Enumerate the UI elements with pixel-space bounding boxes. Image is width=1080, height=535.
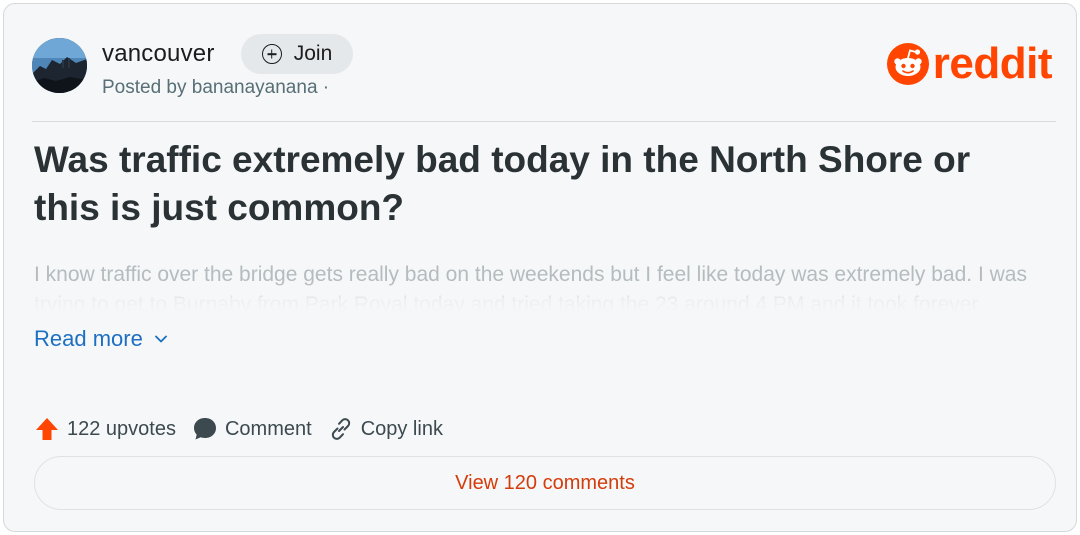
- comment-label: Comment: [224, 417, 312, 440]
- upvotes-count: 122 upvotes: [67, 417, 176, 440]
- reddit-logo[interactable]: reddit: [886, 39, 1053, 88]
- plus-circle-icon: [261, 44, 282, 64]
- post-title[interactable]: Was traffic extremely bad today in the N…: [34, 136, 1044, 232]
- view-comments-button[interactable]: View 120 comments: [34, 456, 1056, 510]
- read-more-label: Read more: [34, 326, 143, 351]
- join-button[interactable]: Join: [241, 34, 353, 74]
- comment-bubble-icon: [193, 418, 216, 440]
- subreddit-name[interactable]: vancouver: [102, 40, 215, 68]
- avatar-image: [32, 38, 87, 93]
- copy-link-label: Copy link: [360, 417, 443, 440]
- post-body-preview: I know traffic over the bridge gets real…: [34, 263, 1027, 312]
- view-comments-label: View 120 comments: [455, 471, 635, 494]
- comment-button[interactable]: Comment: [192, 416, 312, 442]
- chevron-down-icon: [154, 335, 167, 343]
- posted-by-text: Posted by bananayanana ·: [102, 77, 330, 98]
- join-button-label: Join: [293, 42, 333, 65]
- copy-link-button[interactable]: Copy link: [328, 416, 443, 442]
- reddit-snoo-icon: [886, 43, 929, 85]
- subreddit-avatar[interactable]: [32, 38, 87, 93]
- upvote-button[interactable]: 122 upvotes: [34, 416, 176, 442]
- upvote-arrow-icon: [36, 418, 58, 440]
- header-divider: [32, 121, 1056, 122]
- link-icon: [331, 418, 350, 440]
- post-card: vancouver Join Posted by bananayanana · …: [3, 3, 1077, 532]
- post-actions-bar: 122 upvotes Comment Copy link: [34, 413, 459, 445]
- read-more-link[interactable]: Read more: [34, 326, 167, 352]
- reddit-wordmark: reddit: [932, 39, 1053, 88]
